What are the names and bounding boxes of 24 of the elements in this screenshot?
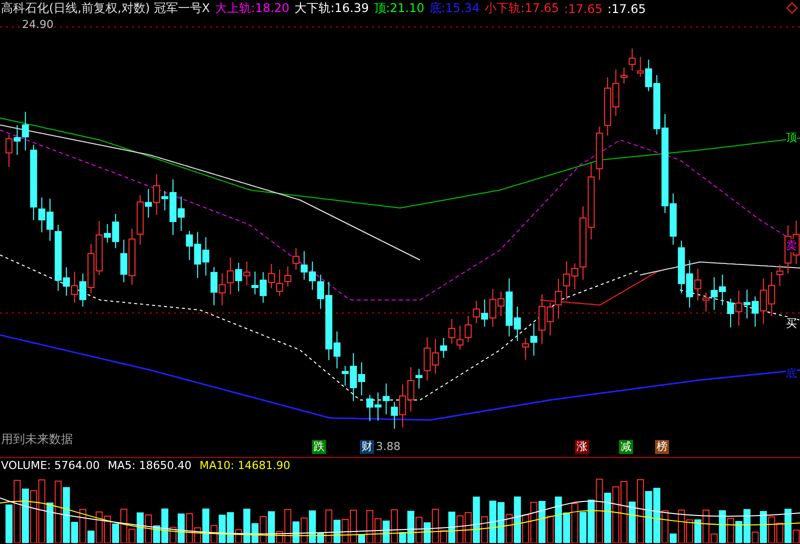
diamond-icon[interactable]: [786, 2, 798, 14]
signal-label: 买: [786, 317, 797, 330]
indicator-reading: 大上轨:18.20: [215, 0, 290, 17]
indicator-reading: 小下轨:17.65: [484, 0, 560, 17]
signal-label: 卖: [786, 239, 797, 252]
signal-badge: 跌: [312, 440, 326, 454]
signal-badge: 减: [619, 440, 633, 454]
volume-reading: MA5: 18650.40: [108, 459, 192, 472]
volume-reading: VOLUME: 5764.00: [1, 459, 100, 472]
indicator-reading: :17.65: [607, 2, 646, 16]
future-data-note: 用到未来数据: [1, 431, 73, 448]
indicator-reading: 大下轨:16.39: [294, 0, 369, 17]
high-price-label: 24.90: [22, 18, 54, 31]
signal-label: 顶: [786, 131, 797, 144]
signal-badge: 财: [360, 440, 374, 454]
indicator-reading: 底:15.34: [429, 0, 480, 17]
signal-badge: 涨: [575, 440, 589, 454]
low-price-label: 3.88: [376, 440, 400, 453]
chart-title: 高科石化(日线,前复权,对数) 冠军一号X: [1, 0, 210, 17]
signal-badge: 榜: [655, 440, 669, 454]
signal-label: 底: [786, 367, 797, 380]
indicator-reading: :17.65: [564, 2, 602, 16]
indicator-reading: 顶:21.10: [374, 0, 424, 17]
volume-reading: MA10: 14681.90: [200, 459, 290, 472]
